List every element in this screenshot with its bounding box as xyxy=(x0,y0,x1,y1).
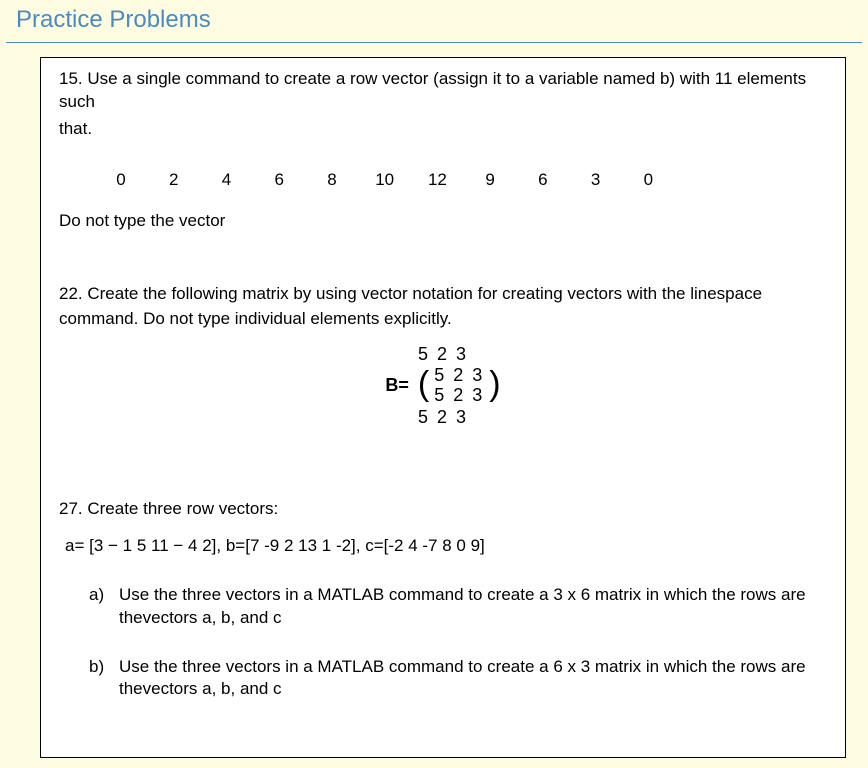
question-27: 27. Create three row vectors: a= [3 − 1 … xyxy=(59,498,827,702)
problem-box: 15. Use a single command to create a row… xyxy=(40,57,846,758)
vec-cell: 3 xyxy=(572,169,620,192)
part-letter: a) xyxy=(89,584,119,630)
part-text: Use the three vectors in a MATLAB comman… xyxy=(119,656,827,702)
q27-stem: 27. Create three row vectors: xyxy=(59,498,827,521)
q27-part-a: a) Use the three vectors in a MATLAB com… xyxy=(89,584,827,630)
matrix-top-row: 5 2 3 xyxy=(59,345,827,365)
left-paren: ( xyxy=(418,367,429,401)
question-22: 22. Create the following matrix by using… xyxy=(59,283,827,428)
part-letter: b) xyxy=(89,656,119,702)
q15-note: Do not type the vector xyxy=(59,210,827,233)
right-paren: ) xyxy=(489,367,500,401)
q27-vectors: a= [3 − 1 5 11 − 4 2], b=[7 -9 2 13 1 -2… xyxy=(65,535,827,558)
q22-stem-line2: command. Do not type individual elements… xyxy=(59,308,827,331)
matrix-row: 5 2 3 xyxy=(434,366,484,386)
vec-cell: 6 xyxy=(255,169,303,192)
vec-cell: 10 xyxy=(361,169,409,192)
vec-cell: 0 xyxy=(624,169,672,192)
q15-stem-line2: that. xyxy=(59,118,827,141)
q22-stem-line1: 22. Create the following matrix by using… xyxy=(59,283,827,306)
q22-matrix: 5 2 3 B= ( 5 2 3 5 2 3 ) 5 2 3 xyxy=(59,345,827,428)
matrix-rows: 5 2 3 5 2 3 xyxy=(434,366,484,406)
matrix-row: 5 2 3 xyxy=(434,386,484,406)
vec-cell: 12 xyxy=(413,169,461,192)
vec-cell: 4 xyxy=(202,169,250,192)
vec-cell: 8 xyxy=(308,169,356,192)
matrix-bottom-row: 5 2 3 xyxy=(59,408,827,428)
vec-cell: 0 xyxy=(97,169,145,192)
q15-stem-line1: 15. Use a single command to create a row… xyxy=(59,68,827,114)
vec-cell: 2 xyxy=(150,169,198,192)
matrix-label: B= xyxy=(385,376,409,396)
question-15: 15. Use a single command to create a row… xyxy=(59,68,827,233)
page-title: Practice Problems xyxy=(6,0,862,43)
vec-cell: 6 xyxy=(519,169,567,192)
q15-row-vector: 0 2 4 6 8 10 12 9 6 3 0 xyxy=(97,169,827,192)
part-text: Use the three vectors in a MATLAB comman… xyxy=(119,584,827,630)
vec-cell: 9 xyxy=(466,169,514,192)
q27-part-b: b) Use the three vectors in a MATLAB com… xyxy=(89,656,827,702)
